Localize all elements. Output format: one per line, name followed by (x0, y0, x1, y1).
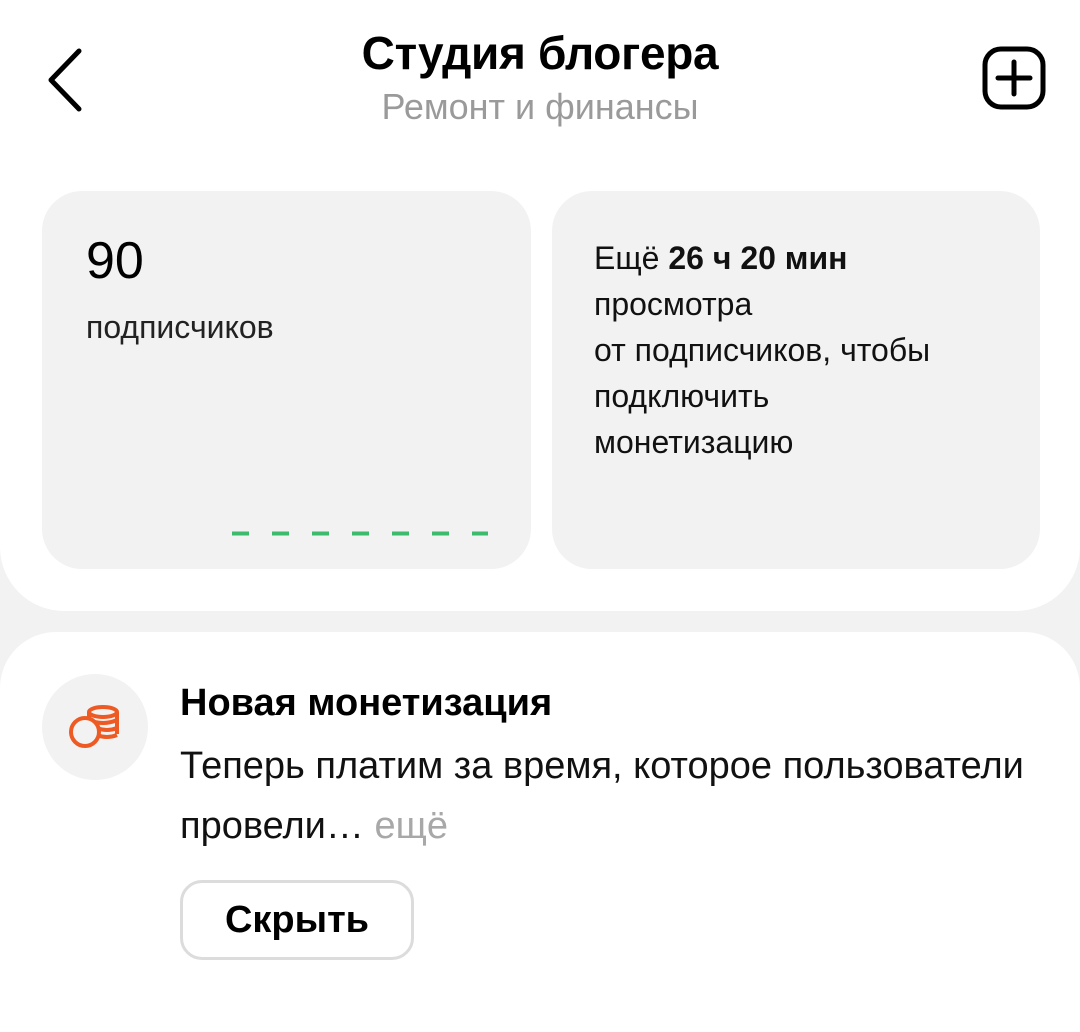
top-panel: Студия блогера Ремонт и финансы 90 подпи… (0, 0, 1080, 611)
page-title: Студия блогера (361, 27, 719, 79)
hide-button[interactable]: Скрыть (180, 880, 414, 960)
monetization-progress-text: Ещё 26 ч 20 мин просмотра от подписчиков… (594, 235, 1014, 465)
remaining-time: 26 ч 20 мин (668, 240, 848, 276)
notice-title: Новая монетизация (180, 682, 553, 724)
notice-text: Теперь платим за время, которое пользова… (180, 745, 1024, 847)
subscribers-count: 90 (86, 232, 144, 290)
more-link[interactable]: ещё (374, 805, 448, 847)
dashed-progress-line (232, 531, 488, 536)
progress-line-1: просмотра (594, 286, 753, 322)
monetization-notice: Новая монетизация Теперь платим за время… (0, 632, 1080, 1032)
coins-icon (69, 705, 119, 748)
progress-line-4: монетизацию (594, 424, 794, 460)
add-button[interactable] (972, 36, 1056, 120)
monetization-progress-card[interactable]: Ещё 26 ч 20 мин просмотра от подписчиков… (552, 191, 1040, 569)
notice-body: Теперь платим за время, которое пользова… (180, 736, 1040, 856)
page-subtitle: Ремонт и финансы (381, 86, 699, 127)
progress-line-2: от подписчиков, чтобы (594, 332, 931, 368)
remaining-prefix: Ещё (594, 240, 660, 276)
coins-icon-badge (42, 674, 148, 780)
subscribers-card[interactable]: 90 подписчиков (42, 191, 531, 569)
progress-line-3: подключить (594, 378, 770, 414)
plus-square-icon (982, 46, 1046, 110)
subscribers-label: подписчиков (86, 309, 274, 345)
